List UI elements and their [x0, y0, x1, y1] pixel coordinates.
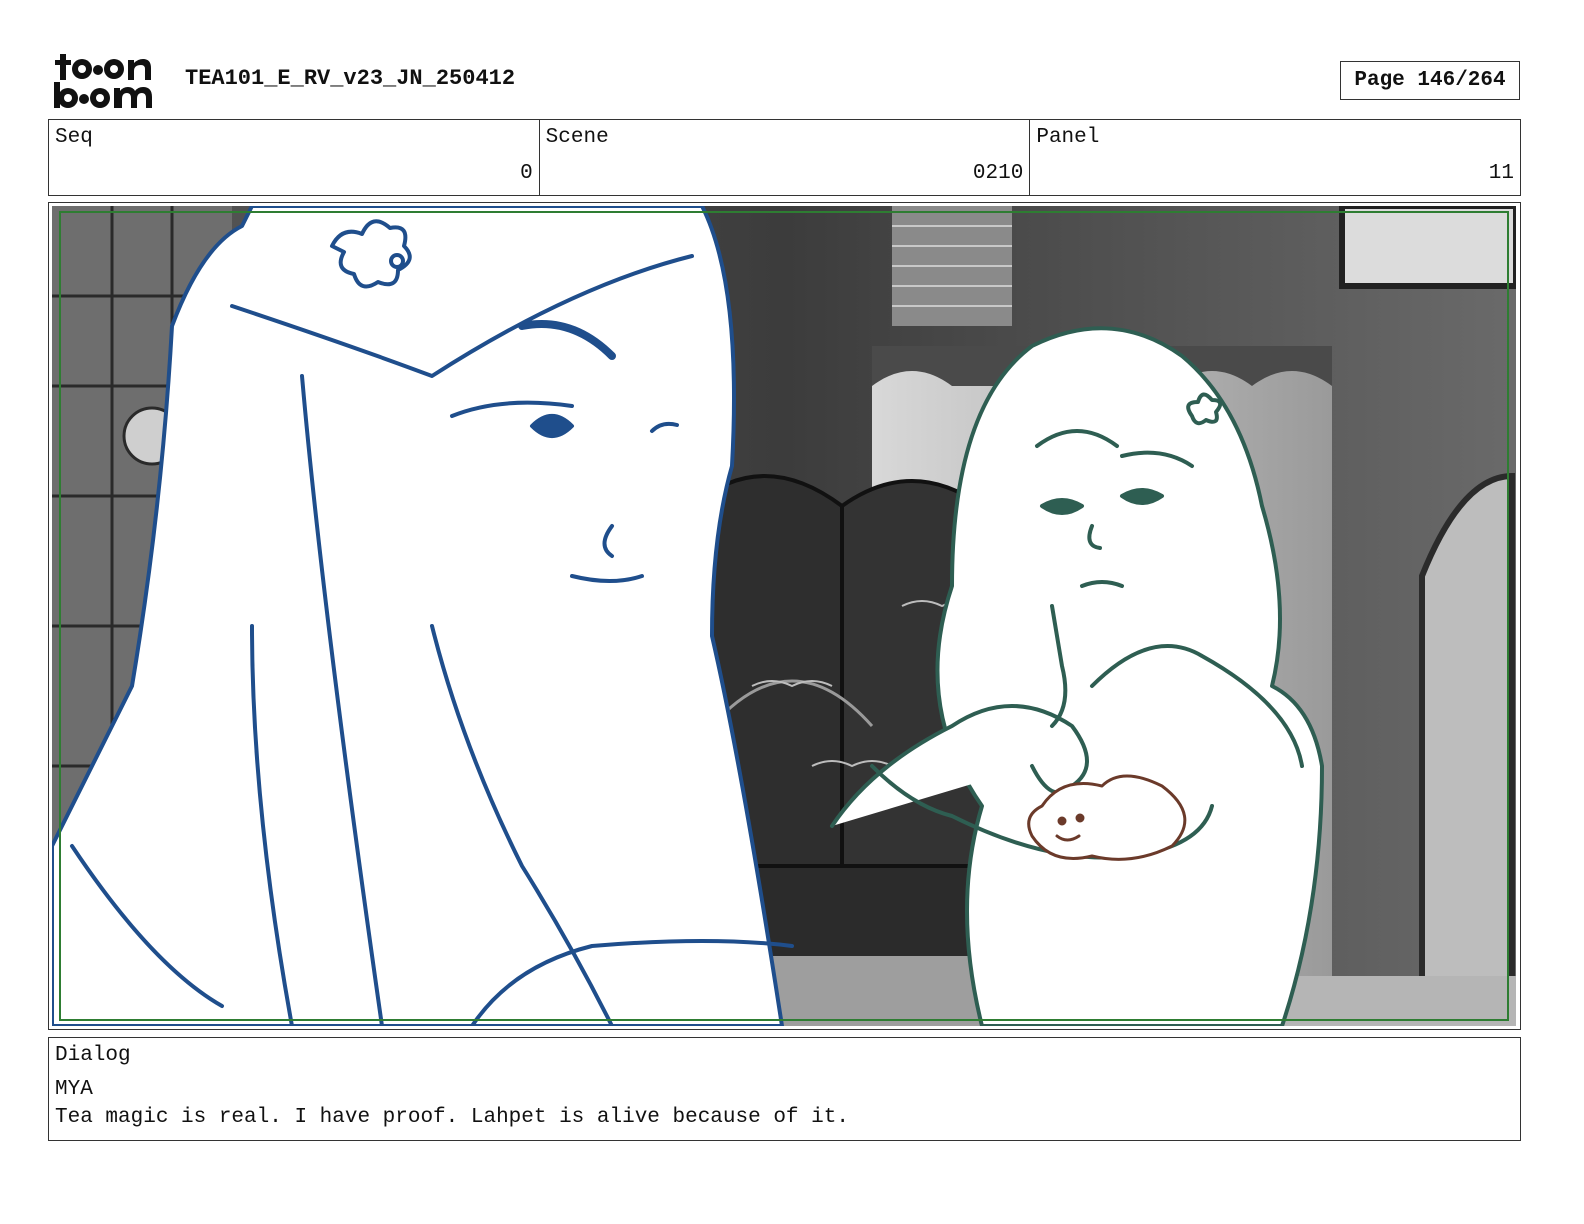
panel-artwork: [52, 206, 1516, 1026]
wall-painting: [1339, 206, 1516, 289]
arched-window: [1419, 472, 1515, 1026]
shot-info-row: Seq 0 Scene 0210 Panel 11: [48, 119, 1521, 196]
storyboard-panel: [48, 202, 1521, 1030]
panel-value: 11: [1488, 162, 1515, 185]
dialog-speaker: MYA: [55, 1078, 93, 1101]
dialog-label: Dialog: [55, 1044, 131, 1067]
scene-label: Scene: [545, 126, 609, 149]
seq-cell: Seq 0: [49, 120, 540, 195]
scene-value: 0210: [972, 162, 1024, 185]
panel-label: Panel: [1036, 126, 1100, 149]
dialog-line: Tea magic is real. I have proof. Lahpet …: [55, 1106, 849, 1129]
seq-label: Seq: [55, 126, 93, 149]
toon-boom-logo: [54, 54, 152, 108]
document-title: TEA101_E_RV_v23_JN_250412: [185, 66, 516, 91]
dialog-box: Dialog MYA Tea magic is real. I have pro…: [48, 1037, 1521, 1141]
panel-cell: Panel 11: [1030, 120, 1520, 195]
scene-cell: Scene 0210: [540, 120, 1031, 195]
seq-value: 0: [520, 162, 533, 185]
page-indicator: Page 146/264: [1340, 61, 1520, 100]
